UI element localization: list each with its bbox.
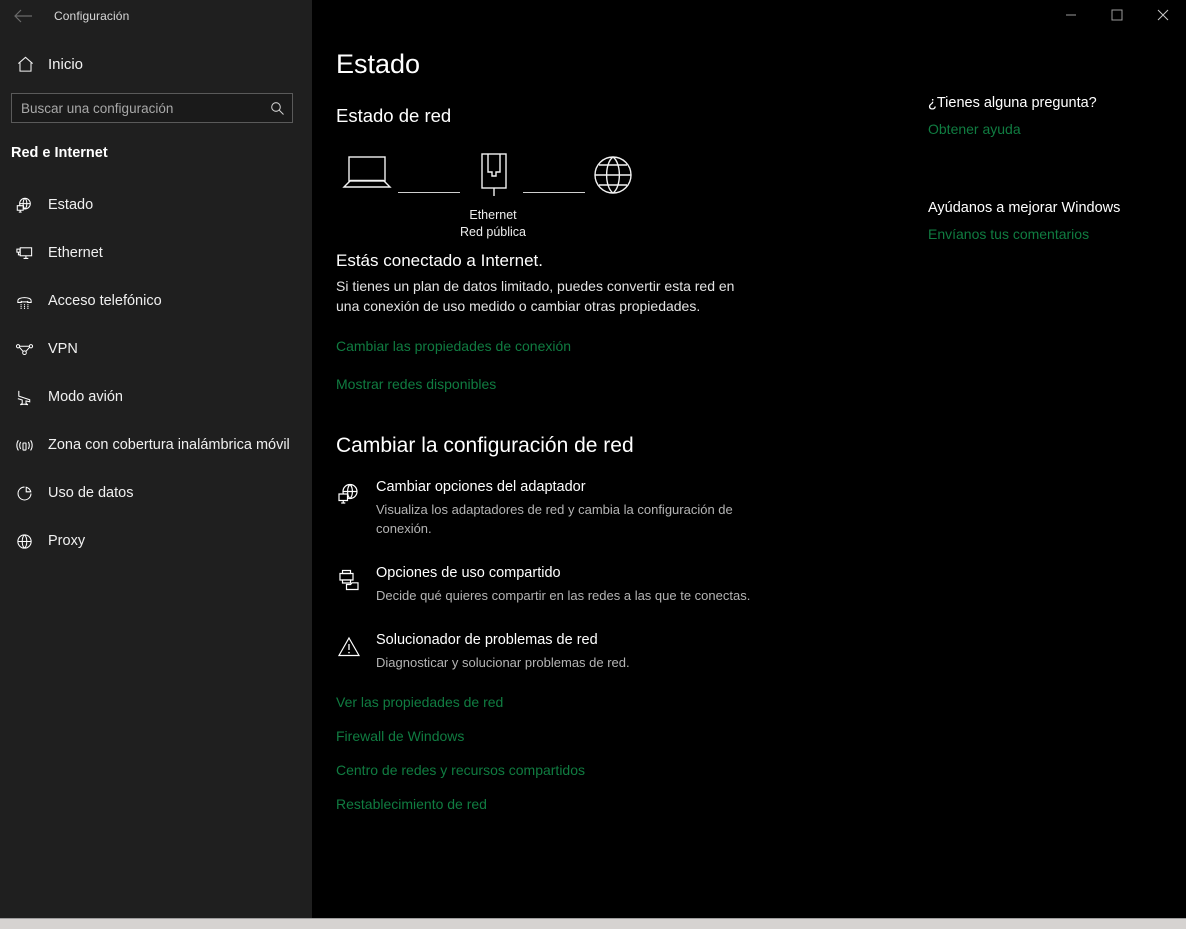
window-title: Configuración: [54, 9, 130, 23]
sidebar-item-label: Zona con cobertura inalámbrica móvil: [48, 437, 290, 453]
link-show-available-networks[interactable]: Mostrar redes disponibles: [336, 376, 496, 392]
sidebar-item-ethernet[interactable]: Ethernet: [0, 229, 312, 277]
sidebar-item-zona-cobertura[interactable]: Zona con cobertura inalámbrica móvil: [0, 421, 312, 469]
search-input[interactable]: [12, 94, 262, 122]
settings-window: Configuración Inicio Buscar una configur…: [0, 0, 1186, 929]
sidebar-item-label: Proxy: [48, 533, 86, 549]
sidebar-item-label: Ethernet: [48, 245, 103, 261]
sidebar-item-label: VPN: [48, 341, 78, 357]
back-button[interactable]: [0, 0, 46, 32]
sharing-printer-folder-icon: [336, 564, 376, 605]
diagram-labels: Ethernet Red pública: [398, 207, 588, 241]
page-title: Estado: [336, 49, 421, 79]
sidebar-item-label: Modo avión: [48, 389, 123, 405]
network-diagram: Ethernet Red pública: [336, 145, 666, 241]
diagram-connector-right: [523, 192, 585, 193]
minimize-icon: [1066, 14, 1076, 16]
question-heading: ¿Tienes alguna pregunta?: [928, 95, 1097, 111]
globe-icon: [8, 532, 40, 551]
link-send-feedback[interactable]: Envíanos tus comentarios: [928, 226, 1089, 242]
diagram-connector-left: [398, 192, 460, 193]
option-text: Opciones de uso compartido Decide qué qu…: [376, 564, 750, 605]
sidebar-category-title: Red e Internet: [11, 145, 108, 161]
option-subtitle: Decide qué quieres compartir en las rede…: [376, 588, 751, 603]
sidebar-item-acceso-telefonico[interactable]: Acceso telefónico: [0, 277, 312, 325]
globe-icon: [589, 151, 637, 204]
change-network-settings-heading: Cambiar la configuración de red: [336, 434, 634, 457]
vpn-icon: [8, 340, 40, 359]
sidebar-item-label: Acceso telefónico: [48, 293, 162, 309]
option-change-adapter-options[interactable]: Cambiar opciones del adaptador Visualiza…: [336, 478, 922, 538]
link-view-network-properties[interactable]: Ver las propiedades de red: [336, 694, 503, 710]
sidebar-item-proxy[interactable]: Proxy: [0, 517, 312, 565]
sidebar-item-modo-avion[interactable]: Modo avión: [0, 373, 312, 421]
network-adapter-icon: [336, 478, 376, 538]
link-network-sharing-center[interactable]: Centro de redes y recursos compartidos: [336, 762, 585, 778]
sidebar-item-estado[interactable]: Estado: [0, 181, 312, 229]
home-icon: [10, 55, 40, 74]
improve-windows-heading: Ayúdanos a mejorar Windows: [928, 200, 1121, 216]
sidebar: Inicio Red e Internet: [0, 0, 312, 918]
sidebar-item-vpn[interactable]: VPN: [0, 325, 312, 373]
warning-triangle-icon: [336, 631, 376, 672]
link-get-help[interactable]: Obtener ayuda: [928, 121, 1021, 137]
main-content: Estado Estado de red Ethernet Red públic…: [312, 32, 922, 918]
maximize-button[interactable]: [1094, 0, 1140, 30]
sidebar-item-label: Estado: [48, 197, 94, 213]
diagram-network-type: Red pública: [459, 225, 526, 239]
dial-up-phone-icon: [8, 292, 40, 311]
search-box[interactable]: [11, 93, 293, 123]
data-usage-pie-icon: [8, 484, 40, 503]
connection-state: Estás conectado a Internet.: [336, 251, 543, 270]
back-arrow-icon: [14, 9, 32, 23]
option-subtitle: Diagnosticar y solucionar problemas de r…: [376, 655, 630, 670]
option-sharing-options[interactable]: Opciones de uso compartido Decide qué qu…: [336, 564, 922, 605]
option-title: Solucionador de problemas de red: [376, 632, 598, 648]
right-pane: ¿Tienes alguna pregunta? Obtener ayuda A…: [922, 32, 1186, 918]
connection-description: Si tienes un plan de datos limitado, pue…: [336, 278, 735, 314]
sidebar-item-home[interactable]: Inicio: [0, 46, 312, 82]
link-windows-firewall[interactable]: Firewall de Windows: [336, 728, 464, 744]
window-controls: [312, 0, 1186, 32]
ethernet-monitor-icon: [8, 244, 40, 263]
option-title: Opciones de uso compartido: [376, 565, 561, 581]
option-title: Cambiar opciones del adaptador: [376, 479, 586, 495]
sidebar-item-uso-de-datos[interactable]: Uso de datos: [0, 469, 312, 517]
sidebar-item-label: Uso de datos: [48, 485, 134, 501]
sidebar-nav-list: Estado Ethernet Acceso telefónico VPN Mo…: [0, 181, 312, 565]
taskbar-strip: [0, 918, 1186, 929]
laptop-icon: [339, 151, 395, 198]
network-status-icon: [8, 196, 40, 215]
search-icon[interactable]: [262, 101, 292, 116]
link-network-reset[interactable]: Restablecimiento de red: [336, 796, 487, 812]
option-text: Solucionador de problemas de red Diagnos…: [376, 631, 630, 672]
option-subtitle: Visualiza los adaptadores de red y cambi…: [376, 502, 733, 536]
diagram-adapter-name: Ethernet: [469, 208, 517, 222]
close-button[interactable]: [1140, 0, 1186, 30]
bottom-links: Ver las propiedades de red Firewall de W…: [336, 694, 922, 812]
maximize-icon: [1111, 9, 1123, 21]
title-bar-left: Configuración: [0, 0, 312, 32]
option-network-troubleshooter[interactable]: Solucionador de problemas de red Diagnos…: [336, 631, 922, 672]
mobile-hotspot-icon: [8, 436, 40, 455]
airplane-icon: [8, 388, 40, 407]
sidebar-home-label: Inicio: [48, 55, 84, 73]
close-icon: [1157, 9, 1169, 21]
minimize-button[interactable]: [1048, 0, 1094, 30]
option-text: Cambiar opciones del adaptador Visualiza…: [376, 478, 756, 538]
link-change-connection-properties[interactable]: Cambiar las propiedades de conexión: [336, 338, 571, 354]
network-settings-options: Cambiar opciones del adaptador Visualiza…: [336, 478, 922, 672]
title-bar: Configuración: [0, 0, 1186, 32]
ethernet-port-icon: [466, 145, 522, 206]
network-status-heading: Estado de red: [336, 105, 452, 126]
